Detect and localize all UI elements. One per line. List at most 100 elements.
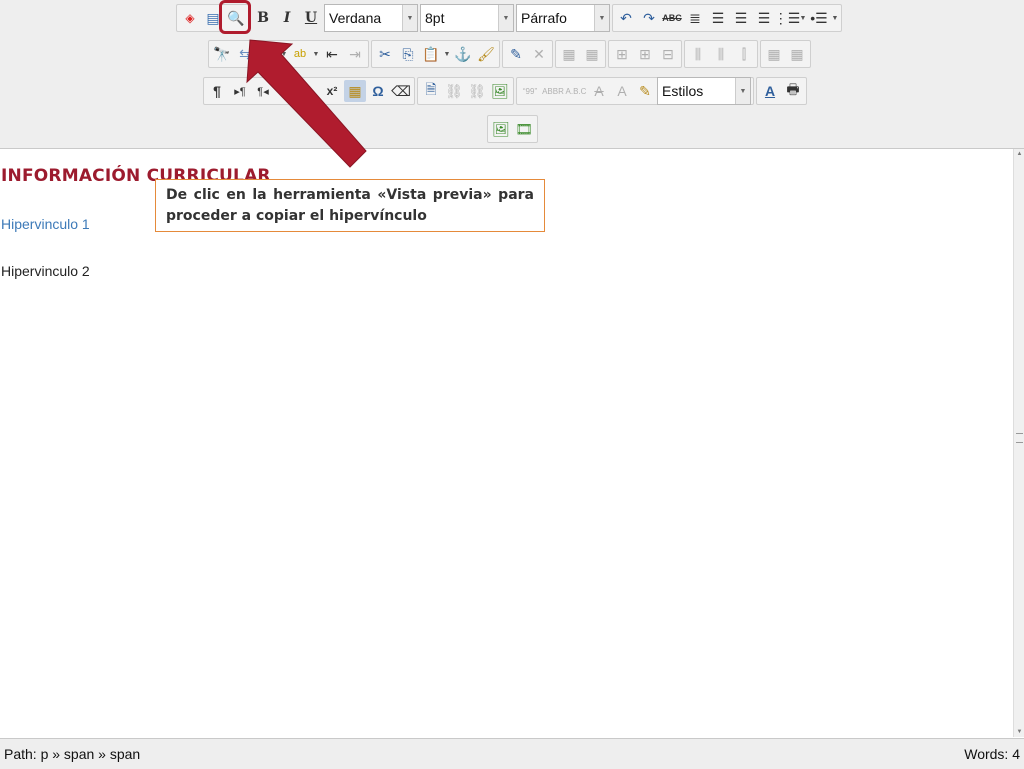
indent-icon[interactable]: ⇥ [344, 43, 366, 65]
find-icon[interactable]: 🔭 [211, 43, 233, 65]
undo-icon[interactable]: ↶ [615, 7, 637, 29]
element-path: Path: p » span » span [4, 746, 141, 762]
toolbar-group-table-cols: ⫼ ⫼ ⫿ [684, 40, 758, 68]
status-bar: Path: p » span » span Words: 4 [0, 738, 1024, 769]
rtl-icon[interactable]: ¶◂ [252, 80, 274, 102]
chevron-down-icon: ▼ [402, 5, 417, 31]
abbr-icon[interactable]: ABBR [542, 80, 564, 102]
toolbar-group-quotes: “99” ABBR A.B.C A A ✎ Estilos ▼ [516, 77, 754, 105]
toolbar-group-table-insert: ⊞ ⊞ ⊟ [608, 40, 682, 68]
scroll-up-icon[interactable]: ▲ [1014, 149, 1024, 159]
block-format-value: Párrafo [521, 10, 567, 26]
insert-col-before-icon[interactable]: ⫼ [687, 43, 709, 65]
html-source-icon[interactable]: ◈ [179, 7, 201, 29]
split-cells-icon[interactable]: ▦ [763, 43, 785, 65]
align-center-icon[interactable]: ☰ [707, 7, 729, 29]
insert-image-icon[interactable]: 🖼 [490, 118, 512, 140]
link-icon[interactable]: ⛓ [443, 80, 465, 102]
styles-select[interactable]: Estilos ▼ [657, 77, 751, 105]
delete-text-icon[interactable]: A [588, 80, 610, 102]
editor-content-area[interactable] [0, 149, 1012, 737]
preview-highlight-box [219, 0, 251, 34]
toolbar-group-media: 🗎 ⛓ ⛓ 🖼 [417, 77, 514, 105]
chevron-down-icon[interactable]: ▼ [799, 15, 807, 22]
eraser-icon[interactable]: ⌫ [390, 80, 412, 102]
print-icon[interactable]: 🖶 [782, 80, 804, 102]
copy-icon[interactable]: ⎘ [397, 43, 419, 65]
table-props-icon[interactable]: ▦ [558, 43, 580, 65]
styles-value: Estilos [662, 83, 704, 99]
styles-props-icon[interactable]: A [759, 80, 781, 102]
font-family-select[interactable]: Verdana ▼ [324, 4, 418, 32]
chevron-down-icon[interactable]: ▼ [312, 51, 320, 58]
content-text-2: Hipervinculo 2 [1, 263, 90, 279]
toolbar-group-insert-media: 🖼 🎞 [487, 115, 538, 143]
chevron-down-icon: ▼ [594, 5, 609, 31]
vertical-scrollbar[interactable]: ▲ ▼ [1013, 149, 1024, 737]
cleanup-brush-icon[interactable]: 🖌 [475, 43, 497, 65]
align-left-icon[interactable]: ☰ [730, 7, 752, 29]
toolbar-group-table-merge: ▦ ▦ [760, 40, 811, 68]
insert-col-after-icon[interactable]: ⫼ [710, 43, 732, 65]
delete-row-icon[interactable]: ⊟ [657, 43, 679, 65]
delete-document-icon[interactable]: ✕ [528, 43, 550, 65]
toolbar-group-print: A 🖶 [756, 77, 807, 105]
scroll-grip[interactable] [1016, 433, 1023, 443]
instruction-callout: De clic en la herramienta «Vista previa»… [155, 179, 545, 232]
insert-text-icon[interactable]: A [611, 80, 633, 102]
align-right-icon[interactable]: ☰ [753, 7, 775, 29]
file-icon[interactable]: 🗎 [420, 80, 442, 102]
superscript-icon[interactable]: x² [321, 80, 343, 102]
font-size-select[interactable]: 8pt ▼ [420, 4, 514, 32]
block-format-select[interactable]: Párrafo ▼ [516, 4, 610, 32]
toolbar-group-find: 🔭 ⇆ A ▼ ab ▼ ⇤ ⇥ [208, 40, 369, 68]
highlight-color-icon[interactable]: ab [289, 43, 311, 65]
toolbar-row-2: 🔭 ⇆ A ▼ ab ▼ ⇤ ⇥ ✂ ⎘ 📋 ▼ ⚓ 🖌 ✎ ✕ ▦ ▦ ⊞ ⊞ [208, 39, 811, 69]
chevron-down-icon[interactable]: ▼ [443, 51, 451, 58]
unlink-icon[interactable]: ⛓ [466, 80, 488, 102]
attributes-icon[interactable]: ✎ [634, 80, 656, 102]
text-color-icon[interactable]: A [257, 43, 279, 65]
special-char-icon[interactable]: Ω [367, 80, 389, 102]
ltr-icon[interactable]: ▸¶ [229, 80, 251, 102]
subscript-icon[interactable]: x₂ [298, 80, 320, 102]
acronym-icon[interactable]: A.B.C [565, 80, 587, 102]
scroll-down-icon[interactable]: ▼ [1014, 727, 1024, 737]
image-icon[interactable]: 🖼 [489, 80, 511, 102]
numbered-list-icon[interactable]: ⋮☰ [774, 7, 801, 29]
chevron-down-icon[interactable]: ▼ [831, 15, 839, 22]
cut-icon[interactable]: ✂ [374, 43, 396, 65]
merge-cells-icon[interactable]: ▦ [786, 43, 808, 65]
justify-full-icon[interactable]: ≣ [684, 7, 706, 29]
italic-button[interactable]: I [276, 7, 298, 29]
paste-icon[interactable]: 📋 [420, 43, 442, 65]
toolbar-group-table-rows: ▦ ▦ [555, 40, 606, 68]
chevron-down-icon: ▼ [498, 5, 513, 31]
anchor-icon[interactable]: ⚓ [452, 43, 474, 65]
show-blocks-icon[interactable]: ¶ [206, 80, 228, 102]
chevron-down-icon[interactable]: ▼ [280, 51, 288, 58]
spellcheck-icon[interactable]: ABC [661, 7, 683, 29]
cite-icon[interactable]: “99” [519, 80, 541, 102]
edit-document-icon[interactable]: ✎ [505, 43, 527, 65]
cell-props-icon[interactable]: ▦ [581, 43, 603, 65]
replace-icon[interactable]: ⇆ [234, 43, 256, 65]
insert-row-after-icon[interactable]: ⊞ [634, 43, 656, 65]
delete-col-icon[interactable]: ⫿ [733, 43, 755, 65]
toolbar-row-3: ¶ ▸¶ ¶◂ S x₂ x² ▦ Ω ⌫ 🗎 ⛓ ⛓ 🖼 “99” ABBR … [203, 76, 807, 106]
font-family-value: Verdana [329, 10, 382, 26]
underline-button[interactable]: U [300, 7, 322, 29]
table-icon[interactable]: ▦ [344, 80, 366, 102]
bullet-list-icon[interactable]: •☰ [808, 7, 830, 29]
bold-button[interactable]: B [252, 7, 274, 29]
redo-icon[interactable]: ↷ [638, 7, 660, 29]
toolbar-group-clipboard: ✂ ⎘ 📋 ▼ ⚓ 🖌 [371, 40, 500, 68]
outdent-icon[interactable]: ⇤ [321, 43, 343, 65]
chevron-down-icon: ▼ [735, 78, 750, 104]
editor-toolbar: ◈ ▤ 🔍 B I U Verdana ▼ 8pt ▼ Párrafo ▼ ↶ … [0, 0, 1024, 149]
toolbar-group-doc: ✎ ✕ [502, 40, 553, 68]
hyperlink-1[interactable]: Hipervinculo 1 [1, 216, 90, 232]
strikethrough-icon[interactable]: S [275, 80, 297, 102]
insert-row-before-icon[interactable]: ⊞ [611, 43, 633, 65]
insert-video-icon[interactable]: 🎞 [513, 118, 535, 140]
